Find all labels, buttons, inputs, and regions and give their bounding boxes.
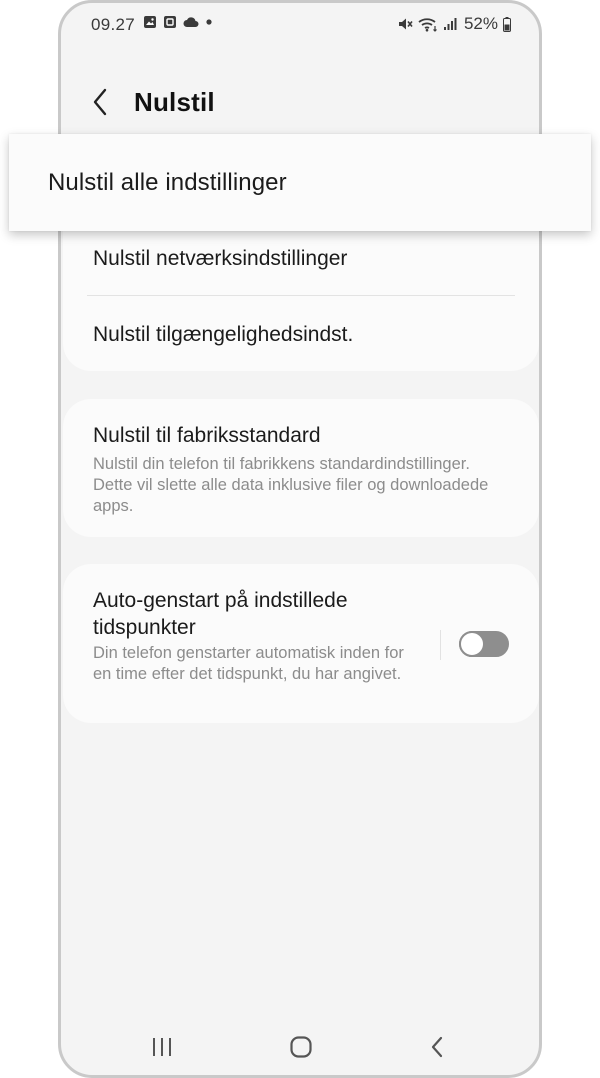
- status-bar: 09.27 52%: [61, 3, 539, 43]
- app-header: Nulstil: [61, 79, 539, 129]
- auto-restart-toggle[interactable]: [459, 631, 509, 657]
- page-title: Nulstil: [134, 87, 215, 117]
- system-back-button[interactable]: [415, 1033, 459, 1065]
- chevron-left-icon: [92, 88, 108, 121]
- screenshot-icon: [163, 15, 177, 29]
- cloud-icon: [183, 16, 199, 28]
- image-icon: [143, 15, 157, 29]
- navigation-bar: [61, 1027, 539, 1071]
- recent-apps-button[interactable]: [140, 1033, 184, 1065]
- accessibility-reset-item[interactable]: Nulstil tilgængelighedsindst.: [93, 323, 353, 347]
- recent-apps-icon: [151, 1037, 173, 1062]
- factory-reset-card[interactable]: Nulstil til fabriksstandard Nulstil din …: [63, 399, 539, 537]
- status-left-icons: [143, 15, 213, 29]
- signal-icon: [443, 17, 457, 31]
- divider: [87, 295, 515, 296]
- factory-reset-description: Nulstil din telefon til fabrikkens stand…: [93, 455, 489, 515]
- status-right-icons: 52%: [397, 14, 511, 34]
- back-button[interactable]: [87, 87, 113, 121]
- status-time: 09.27: [91, 15, 136, 34]
- reset-all-settings-popup-item[interactable]: Nulstil alle indstillinger: [9, 134, 591, 231]
- battery-percent: 52%: [463, 14, 498, 33]
- battery-icon: [503, 16, 511, 32]
- home-icon: [290, 1035, 312, 1063]
- reset-all-settings-label: Nulstil alle indstillinger: [48, 169, 287, 196]
- home-button[interactable]: [279, 1033, 323, 1065]
- back-icon: [430, 1036, 444, 1063]
- mute-icon: [397, 16, 413, 32]
- network-reset-item[interactable]: Nulstil netværksindstillinger: [93, 247, 347, 271]
- toggle-knob: [459, 631, 485, 657]
- toggle-divider: [440, 630, 441, 660]
- auto-restart-title: Auto-genstart på indstillede tidspunkter: [93, 589, 348, 639]
- factory-reset-title: Nulstil til fabriksstandard: [93, 424, 321, 447]
- dot-icon: [205, 18, 213, 26]
- wifi-icon: [418, 16, 438, 32]
- auto-restart-card[interactable]: Auto-genstart på indstillede tidspunkter…: [63, 564, 539, 723]
- auto-restart-description: Din telefon genstarter automatisk inden …: [93, 644, 404, 683]
